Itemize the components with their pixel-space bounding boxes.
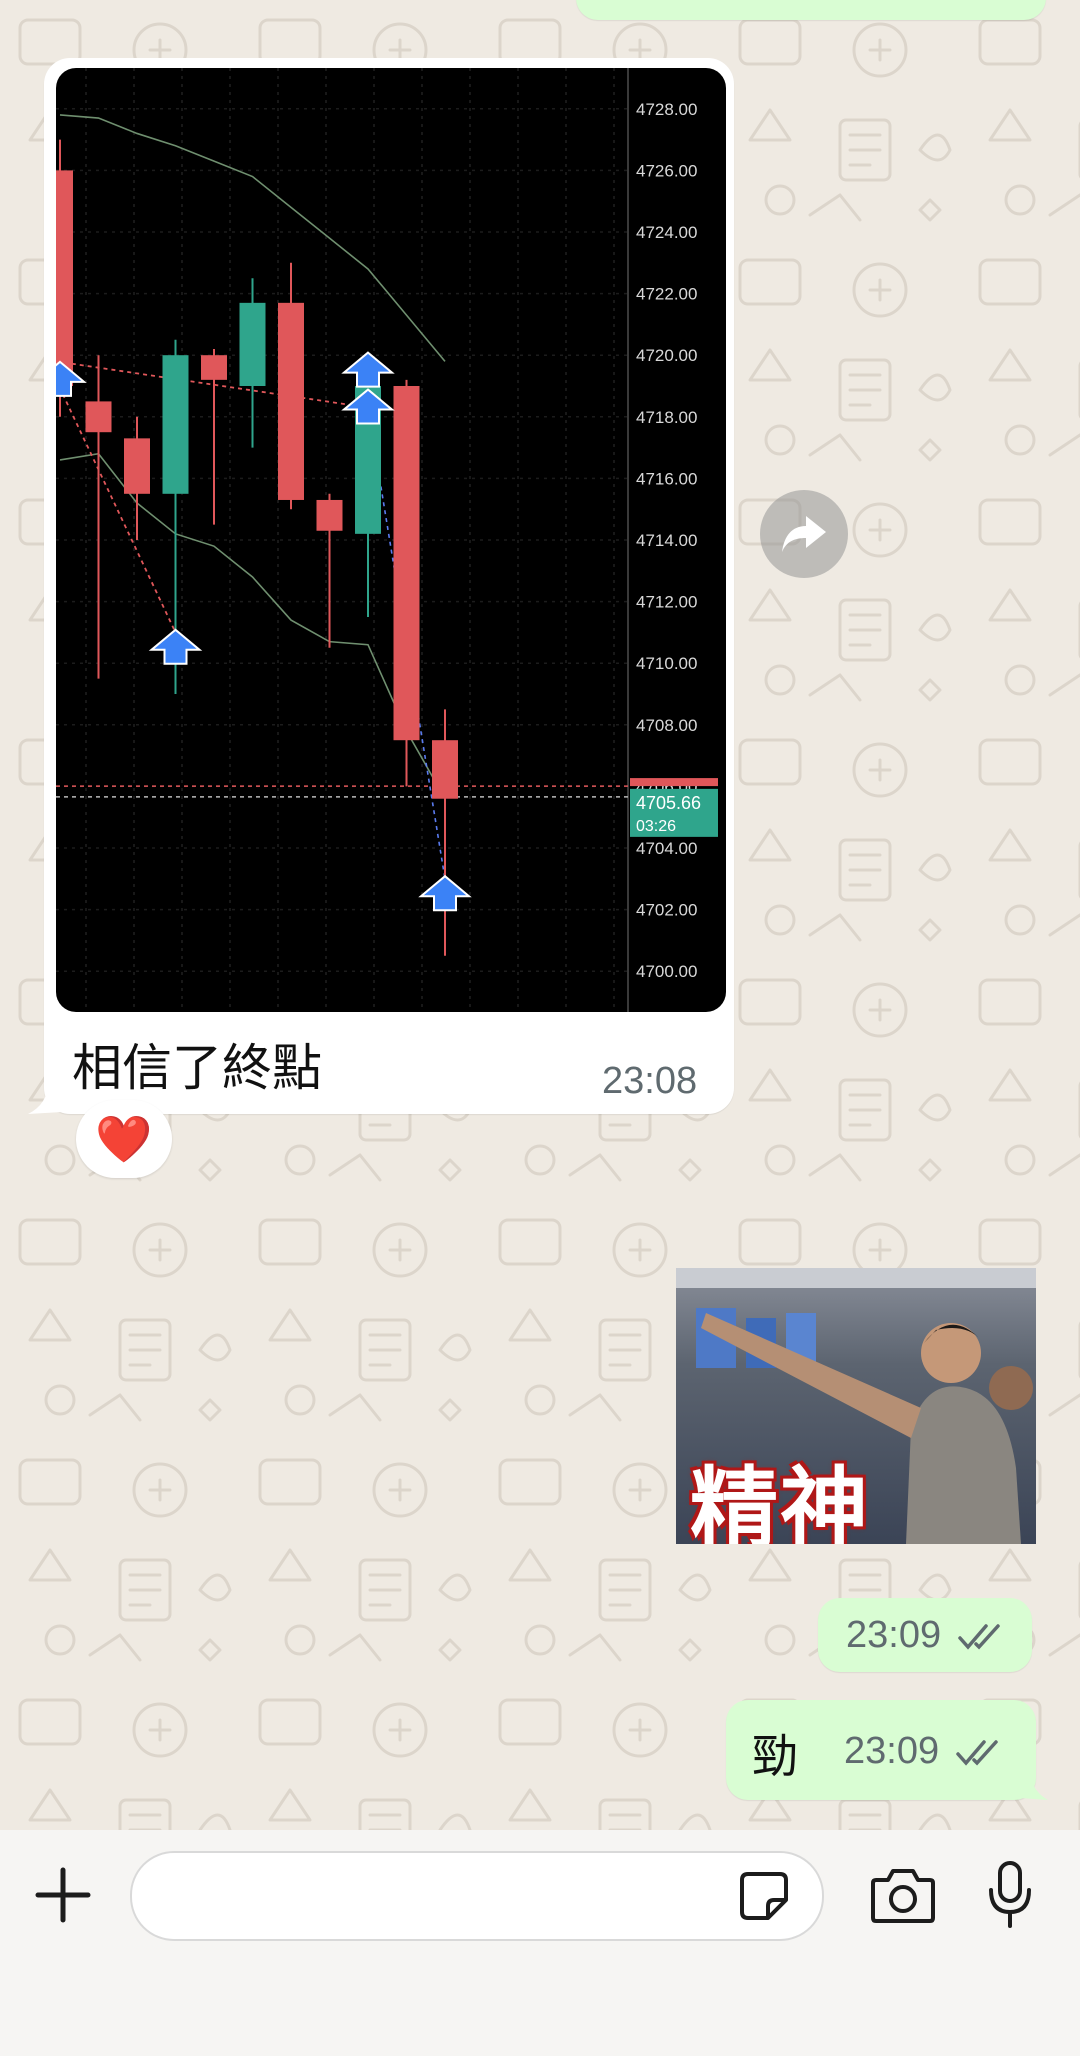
previous-message-bubble[interactable] bbox=[576, 0, 1046, 20]
heart-icon: ❤️ bbox=[95, 1112, 153, 1165]
candle-body bbox=[278, 302, 304, 500]
forward-icon bbox=[782, 516, 826, 552]
price-axis-label: 4710.00 bbox=[636, 654, 697, 673]
candle-body bbox=[56, 170, 73, 386]
plus-icon[interactable] bbox=[34, 1866, 92, 1924]
candle-body bbox=[201, 355, 227, 380]
candle-body bbox=[316, 499, 343, 531]
heart-reaction[interactable]: ❤️ bbox=[76, 1100, 172, 1178]
current-price-label: 4705.66 bbox=[636, 793, 701, 813]
message-input[interactable] bbox=[130, 1851, 824, 1941]
buy-arrow-icon bbox=[341, 351, 395, 388]
price-axis-label: 4716.00 bbox=[636, 469, 697, 488]
price-axis-label: 4724.00 bbox=[636, 223, 697, 242]
price-axis-label: 4702.00 bbox=[636, 901, 697, 920]
price-axis-label: 4714.00 bbox=[636, 531, 697, 550]
candle-body bbox=[162, 355, 189, 494]
sticker-time: 23:09 bbox=[846, 1614, 942, 1656]
price-axis-label: 4720.00 bbox=[636, 346, 697, 365]
sticker-time-pill: 23:09 bbox=[818, 1598, 1032, 1672]
sticker-text: 精神 bbox=[690, 1459, 871, 1544]
candle-body bbox=[239, 302, 266, 386]
price-axis-label: 4704.00 bbox=[636, 839, 697, 858]
buy-arrow-icon bbox=[418, 874, 472, 912]
candle-body bbox=[393, 386, 420, 741]
price-axis-label: 4728.00 bbox=[636, 100, 697, 119]
candle-body bbox=[124, 438, 150, 494]
candlestick-chart-image[interactable]: 4728.00 4726.00 4724.00 4722.00 4720.00 4718.… bbox=[56, 68, 726, 1012]
price-axis-label: 4708.00 bbox=[636, 716, 697, 735]
candle-body bbox=[85, 401, 112, 433]
price-axis-label: 4718.00 bbox=[636, 408, 697, 427]
buy-arrow-icon bbox=[148, 628, 203, 665]
message-caption: 相信了終點 bbox=[72, 1040, 322, 1096]
microphone-icon[interactable] bbox=[986, 1860, 1034, 1930]
camera-icon[interactable] bbox=[870, 1866, 936, 1924]
countdown-label: 03:26 bbox=[636, 818, 676, 835]
message-time: 23:09 bbox=[844, 1730, 940, 1772]
read-receipt-icon bbox=[958, 1624, 1000, 1650]
trend-line bbox=[56, 379, 177, 633]
message-text: 勁 bbox=[752, 1730, 798, 1782]
sticker-icon[interactable] bbox=[738, 1870, 790, 1922]
price-tag-red bbox=[630, 778, 718, 787]
forward-button[interactable] bbox=[760, 490, 848, 578]
price-axis-label: 4726.00 bbox=[636, 161, 697, 180]
candle-body bbox=[432, 740, 458, 799]
price-axis-label: 4700.00 bbox=[636, 962, 697, 981]
bubble-tail bbox=[1020, 1768, 1048, 1800]
price-axis-label: 4712.00 bbox=[636, 593, 697, 612]
bubble-tail bbox=[28, 1082, 62, 1114]
candlestick-chart: 4728.00 4726.00 4724.00 4722.00 4720.00 4718.… bbox=[56, 68, 718, 1012]
outgoing-text-message[interactable]: 勁 23:09 bbox=[726, 1700, 1036, 1800]
message-time: 23:08 bbox=[602, 1060, 698, 1102]
buy-arrow-icon bbox=[341, 388, 395, 425]
read-receipt-icon bbox=[956, 1740, 998, 1766]
moving-average-lower bbox=[59, 452, 446, 800]
sticker-message[interactable]: 精神 bbox=[676, 1268, 1036, 1544]
price-axis-label: 4722.00 bbox=[636, 285, 697, 304]
